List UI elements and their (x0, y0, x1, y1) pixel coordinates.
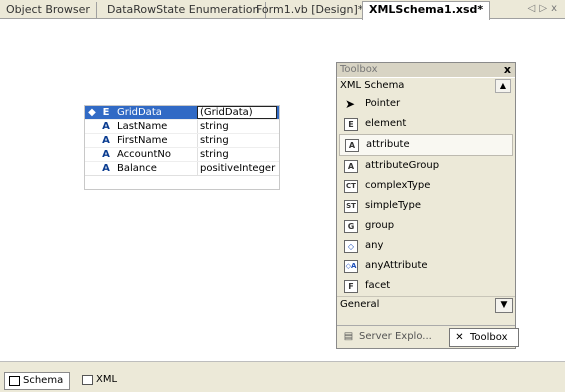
attribute-name[interactable]: FirstName (117, 134, 197, 147)
toolbox-item-label: any (365, 240, 384, 251)
scroll-down-icon[interactable]: ▼ (495, 298, 513, 313)
element-datatype[interactable]: (GridData) (197, 106, 277, 119)
toolbox-item-facet[interactable]: F facet (337, 276, 515, 296)
element-diamond-icon: ◆ (88, 107, 96, 118)
schema-row[interactable]: A LastName string (85, 119, 279, 133)
toolbox-bottom-tabs: ▤ Server Explo... ✕ Toolbox (337, 325, 519, 348)
toolbox-item-attribute[interactable]: A attribute (339, 134, 513, 156)
toolbox-item-label: complexType (365, 180, 431, 191)
facet-icon: F (344, 280, 358, 293)
toolbox-close-icon[interactable]: x (504, 63, 511, 77)
toolbox-title: Toolbox (340, 64, 378, 75)
complex-type-icon: CT (344, 180, 358, 193)
tab-label: XML (96, 374, 118, 385)
toolbox-item-label: facet (365, 280, 391, 291)
attribute-icon: A (345, 139, 359, 152)
attribute-datatype[interactable]: positiveInteger (197, 162, 277, 175)
server-explorer-icon: ▤ (343, 331, 354, 342)
attribute-icon: A (102, 163, 110, 174)
schema-header-row[interactable]: ◆ E GridData (GridData) (85, 106, 279, 119)
toolbox-item-simpletype[interactable]: ST simpleType (337, 196, 515, 216)
tab-schema-view[interactable]: Schema (4, 372, 71, 390)
attribute-group-icon: A (344, 160, 358, 173)
toolbox-window: Toolbox x XML Schema ▲ ➤ Pointer E eleme… (336, 62, 519, 349)
any-icon: ◇ (344, 240, 358, 253)
toolbox-item-label: Pointer (365, 98, 401, 109)
attribute-datatype[interactable]: string (197, 148, 277, 161)
tab-nav-controls: ◁▷x (528, 3, 561, 14)
toolbox-item-label: attribute (366, 139, 410, 150)
toolbox-item-any[interactable]: ◇ any (337, 236, 515, 256)
tab-prev-icon[interactable]: ◁ (528, 3, 540, 14)
element-icon: E (344, 118, 358, 131)
attribute-icon: A (102, 149, 110, 160)
schema-view-icon (9, 376, 20, 386)
attribute-datatype[interactable]: string (197, 134, 277, 147)
toolbox-section-xml-schema[interactable]: XML Schema ▲ (337, 77, 515, 94)
tab-label: Server Explo... (359, 331, 432, 342)
schema-row[interactable]: A FirstName string (85, 133, 279, 147)
toolbox-general-label: General (340, 299, 380, 310)
pointer-icon: ➤ (344, 97, 356, 111)
toolbox-item-group[interactable]: G group (337, 216, 515, 236)
tab-label: Toolbox (470, 332, 508, 343)
attribute-name[interactable]: Balance (117, 162, 197, 175)
toolbox-item-complextype[interactable]: CT complexType (337, 176, 515, 196)
schema-element-griddata[interactable]: ◆ E GridData (GridData) A LastName strin… (84, 105, 280, 190)
xml-view-icon (82, 375, 93, 385)
toolbox-item-label: anyAttribute (365, 260, 428, 271)
scroll-up-icon[interactable]: ▲ (495, 79, 511, 93)
tab-form1-design[interactable]: Form1.vb [Design]* (250, 2, 371, 18)
element-name[interactable]: GridData (117, 106, 197, 119)
attribute-icon: A (102, 121, 110, 132)
document-tab-strip: Object Browser DataRowState Enumeration … (0, 0, 565, 20)
toolbox-title-bar[interactable]: Toolbox x (337, 63, 515, 77)
toolbox-item-anyattribute[interactable]: ◇A anyAttribute (337, 256, 515, 276)
toolbox-item-label: element (365, 118, 407, 129)
tab-toolbox[interactable]: ✕ Toolbox (449, 328, 519, 347)
group-icon: G (344, 220, 358, 233)
toolbox-section-general[interactable]: General ▼ (337, 296, 515, 313)
schema-row[interactable]: A AccountNo string (85, 147, 279, 161)
tab-label: Schema (23, 375, 64, 386)
simple-type-icon: ST (344, 200, 358, 213)
schema-new-row[interactable] (85, 175, 279, 189)
attribute-icon: A (102, 135, 110, 146)
attribute-name[interactable]: LastName (117, 120, 197, 133)
schema-designer-canvas[interactable]: ◆ E GridData (GridData) A LastName strin… (0, 19, 565, 362)
toolbox-section-label: XML Schema (340, 80, 405, 91)
toolbox-icon: ✕ (455, 332, 464, 343)
toolbox-item-attributegroup[interactable]: A attributeGroup (337, 156, 515, 176)
attribute-datatype[interactable]: string (197, 120, 277, 133)
toolbox-item-label: group (365, 220, 395, 231)
tab-server-explorer[interactable]: ▤ Server Explo... (339, 328, 445, 345)
any-attribute-icon: ◇A (344, 260, 358, 273)
toolbox-item-label: simpleType (365, 200, 421, 211)
tab-next-icon[interactable]: ▷ (539, 3, 551, 14)
schema-row[interactable]: A Balance positiveInteger (85, 161, 279, 175)
attribute-name[interactable]: AccountNo (117, 148, 197, 161)
toolbox-item-pointer[interactable]: ➤ Pointer (337, 94, 515, 114)
tab-xml-view[interactable]: XML (78, 372, 123, 388)
element-type-icon: E (102, 107, 110, 118)
toolbox-item-element[interactable]: E element (337, 114, 515, 134)
toolbox-item-label: attributeGroup (365, 160, 440, 171)
tab-close-icon[interactable]: x (551, 3, 561, 14)
tab-object-browser[interactable]: Object Browser (0, 2, 97, 18)
view-tab-strip: Schema XML (0, 370, 565, 392)
tab-datarowstate-enumeration[interactable]: DataRowState Enumeration (101, 2, 267, 18)
tab-xmlschema1[interactable]: XMLSchema1.xsd* (362, 1, 491, 20)
